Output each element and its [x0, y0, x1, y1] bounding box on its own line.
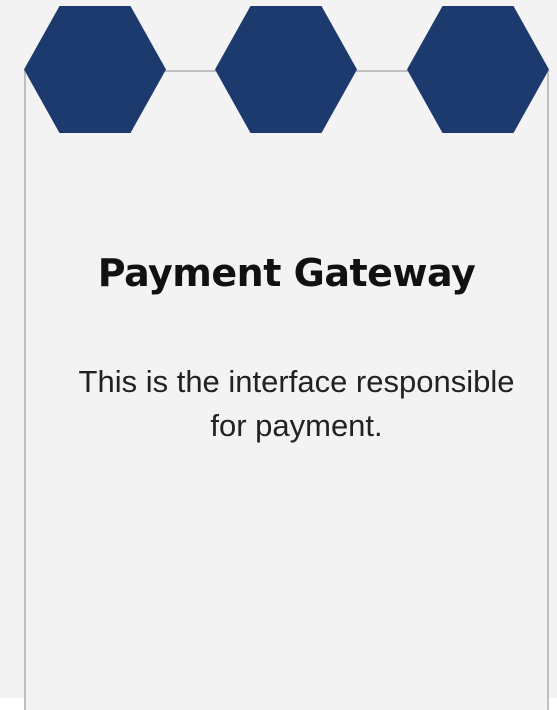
card-description: This is the interface responsible for pa…	[78, 364, 515, 443]
card-title: Payment Gateway	[97, 251, 476, 295]
diagram-canvas: Payment Gateway This is the interface re…	[0, 0, 557, 710]
